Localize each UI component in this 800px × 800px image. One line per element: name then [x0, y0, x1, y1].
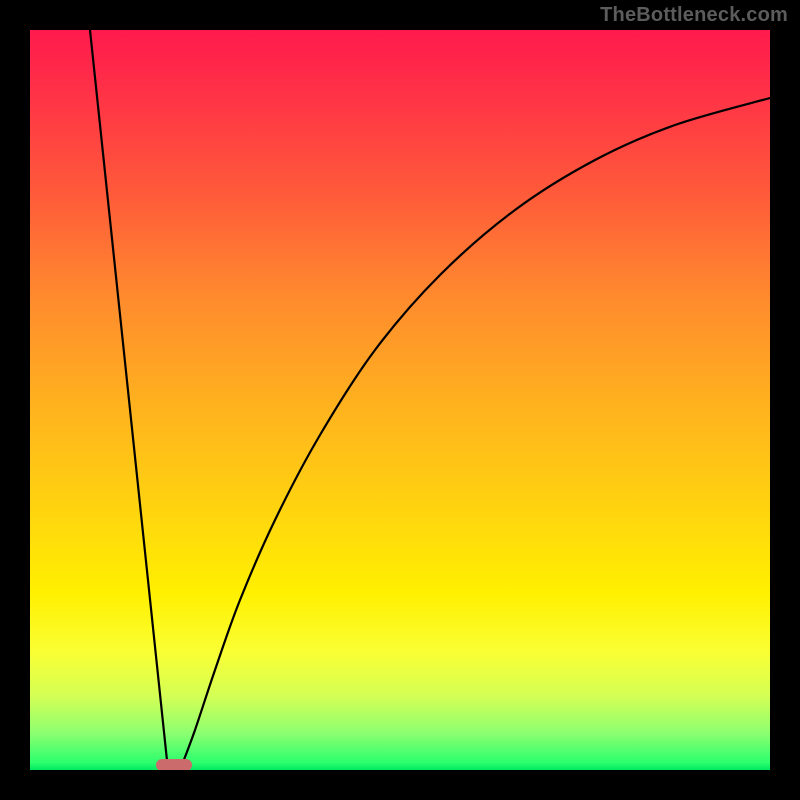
curve-layer [30, 30, 770, 770]
right-asymptote-curve [180, 98, 770, 770]
left-descent-line [90, 30, 168, 770]
plot-area [30, 30, 770, 770]
optimal-marker [156, 759, 192, 770]
chart-frame: TheBottleneck.com [0, 0, 800, 800]
watermark-text: TheBottleneck.com [600, 4, 788, 27]
